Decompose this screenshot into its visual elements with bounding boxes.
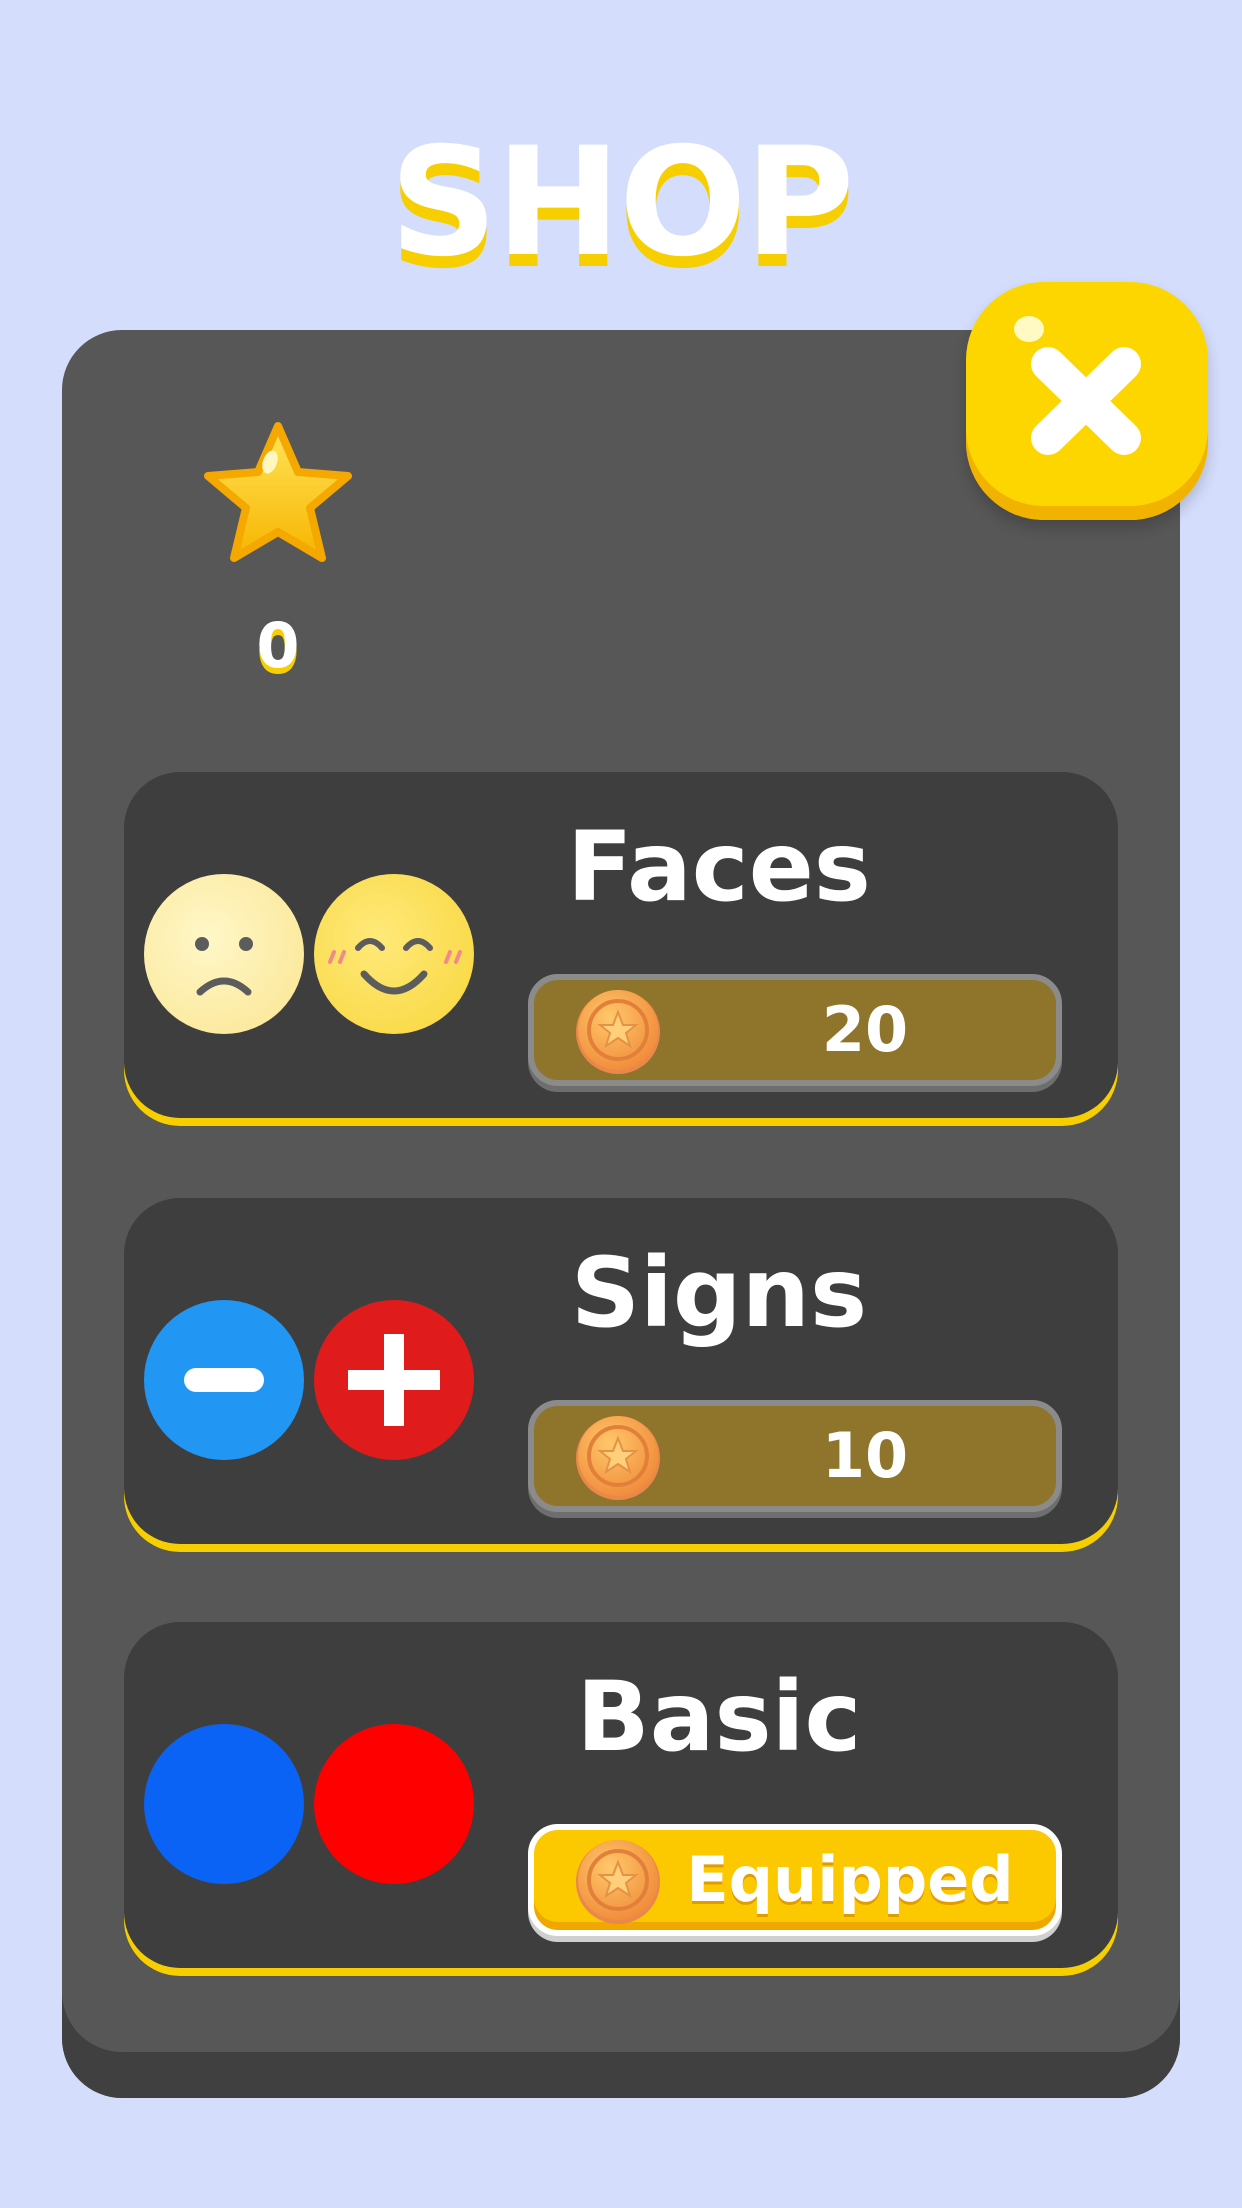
shop-title: SHOP (389, 116, 854, 290)
coin-icon (574, 1414, 662, 1502)
buy-button-faces[interactable]: 20 (528, 974, 1062, 1086)
item-name: Signs (570, 1237, 868, 1349)
equipped-button-basic[interactable]: Equipped (528, 1824, 1062, 1936)
minus-sign-icon (144, 1300, 304, 1460)
red-circle (314, 1724, 474, 1884)
blue-circle (144, 1724, 304, 1884)
plus-sign-icon (314, 1300, 474, 1460)
sad-face-icon (144, 874, 304, 1034)
item-name: Basic (576, 1661, 862, 1773)
buy-button-signs[interactable]: 10 (528, 1400, 1062, 1512)
shop-item-faces[interactable]: Faces 20 (124, 772, 1118, 1126)
item-price: 10 (821, 1419, 909, 1492)
close-button[interactable] (966, 282, 1208, 520)
coin-icon (574, 988, 662, 1076)
item-status: Equipped (686, 1843, 1014, 1916)
shop-item-basic[interactable]: Basic Equipped (124, 1622, 1118, 1976)
star-count: 0 (256, 609, 300, 682)
item-name: Faces (567, 811, 871, 923)
happy-face-icon (314, 874, 474, 1034)
star-icon (202, 418, 354, 566)
coin-icon (574, 1838, 662, 1926)
close-x-icon (1031, 347, 1141, 455)
shop-item-signs[interactable]: Signs 10 (124, 1198, 1118, 1552)
item-price: 20 (821, 993, 909, 1066)
